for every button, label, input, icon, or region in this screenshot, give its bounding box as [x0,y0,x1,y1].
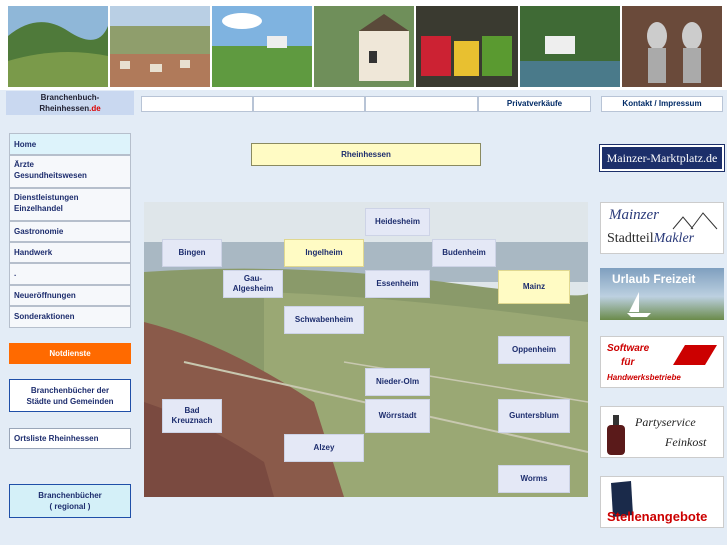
ad-partyservice[interactable]: Partyservice Feinkost [600,406,724,458]
notdienste-button[interactable]: Notdienste [9,343,131,364]
site-logo[interactable]: Branchenbuch- Rheinhessen.de [6,91,134,115]
sidebar-item-label: Gastronomie [14,227,64,236]
region-map: Bingen Ingelheim Heidesheim Budenheim Ga… [144,202,588,497]
town-mainz[interactable]: Mainz [498,270,570,304]
stellen-label: Stellenangebote [607,509,708,524]
sidebar-item-home[interactable]: Home [9,133,131,155]
sidebar-item-label: Sonderaktionen [14,312,75,321]
topnav-kontakt[interactable]: Kontakt / Impressum [601,96,723,112]
ad-stellenangebote[interactable]: Stellenangebote [600,476,724,528]
town-oppenheim[interactable]: Oppenheim [498,336,570,364]
urlaub-label: Urlaub Freizeit [612,272,696,286]
topnav-privatverkaeufe[interactable]: Privatverkäufe [478,96,591,112]
town-essenheim[interactable]: Essenheim [365,270,430,298]
town-heidesheim[interactable]: Heidesheim [365,208,430,236]
ortsliste-link[interactable]: Ortsliste Rheinhessen [9,428,131,449]
software-line1: Software [607,343,650,354]
banner-photo-halftimber [314,6,414,87]
logo-line2: Rheinhessen.de [39,104,101,113]
town-alzey[interactable]: Alzey [284,434,364,462]
software-logo-icon [673,345,717,365]
town-worms[interactable]: Worms [498,465,570,493]
sidebar-item-label: . [14,269,17,278]
topnav-item-2[interactable] [253,96,365,112]
topnav-item-3[interactable] [365,96,478,112]
page-title: Rheinhessen [251,143,481,166]
staedte-gemeinden-link[interactable]: Branchenbücher der Städte und Gemeinden [9,379,131,412]
banner-photo-market [416,6,518,87]
banner-photo-armor [622,6,722,87]
link-line1: Branchenbücher [38,491,102,500]
software-line3: Handwerksbetriebe [607,373,681,382]
sidebar-item-label: Ärzte [14,160,35,169]
makler-line2: StadtteilMakler [607,231,695,246]
sidebar-item-label: Gesundheitswesen [14,171,87,180]
link-line2: Städte und Gemeinden [26,397,114,406]
sidebar-item-sonderaktionen[interactable]: Sonderaktionen [9,306,131,328]
town-guntersblum[interactable]: Guntersblum [498,399,570,433]
ad-marktplatz[interactable]: Mainzer-Marktplatz.de [599,144,725,172]
software-line2: für [621,357,635,368]
town-label: Gau- [243,274,263,283]
sidebar-item-label: Neueröffnungen [14,291,76,300]
sidebar-item-label: Home [14,140,37,149]
banner-photo-village [110,6,210,87]
sidebar-item-handwerk[interactable]: Handwerk [9,242,131,263]
town-woerrstadt[interactable]: Wörrstadt [365,399,430,433]
sidebar-item-label: Handwerk [14,248,53,257]
town-label: Kreuznach [171,416,213,425]
topnav-item-1[interactable] [141,96,253,112]
town-ingelheim[interactable]: Ingelheim [284,239,364,267]
sidebar-item-label: Einzelhandel [14,204,63,213]
sidebar-item-gastronomie[interactable]: Gastronomie [9,221,131,242]
sidebar-item-dienstleistungen[interactable]: Dienstleistungen Einzelhandel [9,188,131,221]
party-line2: Feinkost [665,435,707,449]
banner-photo-river [520,6,620,87]
banner-photo-meadow [212,6,312,87]
link-line1: Branchenbücher der [30,386,110,395]
sailboat-icon [627,292,651,317]
town-bingen[interactable]: Bingen [162,239,222,267]
town-label: Algesheim [232,284,274,293]
logo-line1: Branchenbuch- [40,93,100,102]
sidebar-item-aerzte[interactable]: Ärzte Gesundheitswesen [9,155,131,188]
house-icon [672,212,718,230]
regional-link[interactable]: Branchenbücher ( regional ) [9,484,131,518]
sidebar-item-neueroeffnungen[interactable]: Neueröffnungen [9,285,131,306]
town-budenheim[interactable]: Budenheim [432,239,496,267]
ad-urlaub-freizeit[interactable]: Urlaub Freizeit [600,268,724,320]
link-line2: ( regional ) [49,502,91,511]
town-schwabenheim[interactable]: Schwabenheim [284,306,364,334]
ad-stadtteilmakler[interactable]: Mainzer StadtteilMakler [600,202,724,254]
sidebar-item-label: Dienstleistungen [14,193,79,202]
ad-software-handwerk[interactable]: Software für Handwerksbetriebe [600,336,724,388]
wine-bottle-icon [607,415,625,455]
town-label: Bad [184,406,200,415]
sidebar-item-dot[interactable]: . [9,263,131,285]
town-nieder-olm[interactable]: Nieder-Olm [365,368,430,396]
header-banner [0,0,727,90]
banner-photo-hills [8,6,108,87]
party-line1: Partyservice [635,415,696,429]
makler-line1: Mainzer [609,207,659,223]
town-bad-kreuznach[interactable]: Bad Kreuznach [162,399,222,433]
town-gau-algesheim[interactable]: Gau- Algesheim [223,270,283,298]
